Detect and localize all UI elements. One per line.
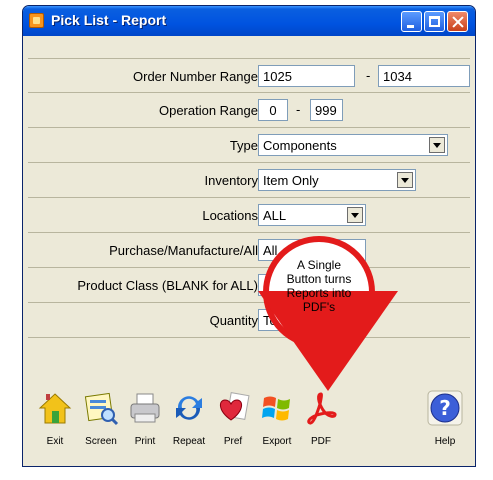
screen-preview-icon bbox=[83, 390, 119, 426]
repeat-button[interactable]: Repeat bbox=[167, 390, 211, 447]
locations-label: Locations bbox=[202, 208, 258, 223]
operation-range-label: Operation Range bbox=[158, 103, 258, 118]
pdf-button[interactable]: PDF bbox=[299, 390, 343, 447]
print-label: Print bbox=[134, 436, 156, 447]
locations-select[interactable]: ALL bbox=[258, 204, 366, 226]
acrobat-pdf-icon bbox=[303, 390, 339, 426]
chevron-down-icon[interactable] bbox=[397, 172, 413, 188]
toolbar: Exit Screen Print Repeat Pref Export PDF… bbox=[23, 378, 475, 466]
chevron-down-icon[interactable] bbox=[347, 207, 363, 223]
purchase-manufacture-label: Purchase/Manufacture/All bbox=[109, 243, 258, 258]
row-operation-range: Operation Range 0 - 999 bbox=[28, 93, 470, 128]
order-number-range-label: Order Number Range bbox=[133, 69, 258, 84]
row-quantity: Quantity Total bbox=[28, 303, 470, 338]
type-label: Type bbox=[229, 138, 258, 153]
repeat-label: Repeat bbox=[172, 436, 206, 447]
locations-value: ALL bbox=[263, 208, 287, 223]
screen-label: Screen bbox=[85, 436, 117, 447]
windows-flag-icon bbox=[259, 390, 295, 426]
quantity-label: Quantity bbox=[209, 313, 258, 328]
type-select[interactable]: Components bbox=[258, 134, 448, 156]
operation-range-separator: - bbox=[296, 102, 301, 117]
help-button[interactable]: ? Help bbox=[423, 390, 467, 447]
printer-icon bbox=[127, 390, 163, 426]
row-product-class: Product Class (BLANK for ALL) bbox=[28, 268, 470, 303]
svg-text:?: ? bbox=[439, 396, 451, 420]
order-to-input[interactable]: 1034 bbox=[378, 65, 470, 87]
row-purchase-manufacture: Purchase/Manufacture/All All bbox=[28, 233, 470, 268]
pref-label: Pref bbox=[223, 436, 243, 447]
repeat-icon bbox=[171, 390, 207, 426]
operation-to-input[interactable]: 999 bbox=[310, 99, 343, 121]
export-label: Export bbox=[262, 436, 292, 447]
inventory-value: Item Only bbox=[263, 173, 319, 188]
operation-from-input[interactable]: 0 bbox=[258, 99, 288, 121]
row-inventory: Inventory Item Only bbox=[28, 163, 470, 198]
row-type: Type Components bbox=[28, 128, 470, 163]
report-form: Order Number Range 1025 - 1034 Operation… bbox=[28, 58, 470, 378]
heart-icon bbox=[215, 390, 251, 426]
maximize-button[interactable] bbox=[424, 11, 445, 32]
app-icon bbox=[29, 13, 44, 28]
close-button[interactable] bbox=[447, 11, 468, 32]
callout-text: A Single Button turns Reports into PDF's bbox=[286, 258, 352, 314]
print-button[interactable]: Print bbox=[123, 390, 167, 447]
pdf-label: PDF bbox=[311, 436, 331, 447]
window-title: Pick List - Report bbox=[51, 12, 167, 28]
minimize-button[interactable] bbox=[401, 11, 422, 32]
home-icon bbox=[37, 390, 73, 426]
inventory-label: Inventory bbox=[204, 173, 258, 188]
screen-button[interactable]: Screen bbox=[79, 390, 123, 447]
help-icon: ? bbox=[427, 390, 463, 426]
type-value: Components bbox=[263, 138, 337, 153]
exit-label: Exit bbox=[46, 436, 64, 447]
inventory-select[interactable]: Item Only bbox=[258, 169, 416, 191]
help-label: Help bbox=[434, 436, 456, 447]
order-range-separator: - bbox=[366, 68, 371, 83]
report-window: Pick List - Report Order Number Range 10… bbox=[22, 5, 476, 467]
chevron-down-icon[interactable] bbox=[429, 137, 445, 153]
pref-button[interactable]: Pref bbox=[211, 390, 255, 447]
export-button[interactable]: Export bbox=[255, 390, 299, 447]
exit-button[interactable]: Exit bbox=[33, 390, 77, 447]
row-locations: Locations ALL bbox=[28, 198, 470, 233]
product-class-label: Product Class (BLANK for ALL) bbox=[77, 278, 258, 293]
title-bar[interactable]: Pick List - Report bbox=[23, 6, 475, 36]
row-order-number-range: Order Number Range 1025 - 1034 bbox=[28, 58, 470, 93]
order-from-input[interactable]: 1025 bbox=[258, 65, 355, 87]
